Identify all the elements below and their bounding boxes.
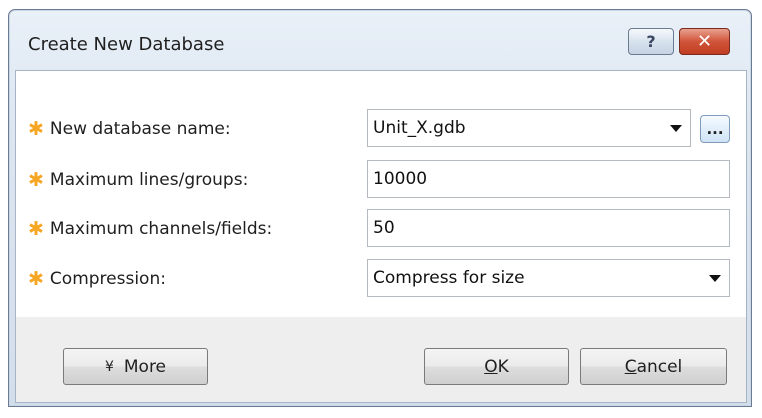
double-chevron-down-icon: ¥ bbox=[104, 358, 114, 375]
max-lines-value: 10000 bbox=[373, 169, 428, 189]
browse-button[interactable]: ... bbox=[700, 115, 730, 143]
help-button[interactable]: ? bbox=[628, 28, 674, 55]
ok-rest: K bbox=[497, 356, 509, 377]
compression-label-text: Compression: bbox=[49, 269, 166, 289]
compression-select[interactable]: Compress for size bbox=[367, 259, 730, 297]
ok-button[interactable]: OK bbox=[424, 348, 569, 385]
max-channels-label: ✱ Maximum channels/fields: bbox=[28, 214, 272, 244]
required-icon: ✱ bbox=[28, 117, 44, 140]
database-name-label-text: New database name: bbox=[49, 119, 231, 139]
max-channels-value: 50 bbox=[373, 218, 395, 238]
max-channels-label-text: Maximum channels/fields: bbox=[49, 219, 273, 239]
max-channels-input[interactable]: 50 bbox=[367, 209, 730, 247]
database-name-value: Unit_X.gdb bbox=[373, 118, 466, 138]
dialog-body: ✱ New database name: Unit_X.gdb ... ✱ Ma… bbox=[15, 70, 747, 403]
database-name-label: ✱ New database name: bbox=[28, 114, 231, 144]
form-area: ✱ New database name: Unit_X.gdb ... ✱ Ma… bbox=[16, 71, 746, 317]
dialog-title: Create New Database bbox=[28, 34, 225, 55]
cancel-button[interactable]: Cancel bbox=[580, 348, 727, 385]
cancel-mnemonic: C bbox=[624, 356, 637, 377]
database-name-combo[interactable]: Unit_X.gdb bbox=[367, 109, 691, 147]
max-lines-input[interactable]: 10000 bbox=[367, 160, 730, 198]
chevron-down-icon[interactable] bbox=[709, 275, 721, 282]
required-icon: ✱ bbox=[28, 168, 44, 191]
create-database-dialog: Create New Database ? ✕ ✱ New database n… bbox=[8, 9, 752, 407]
compression-label: ✱ Compression: bbox=[28, 264, 166, 294]
help-icon: ? bbox=[646, 32, 656, 51]
required-icon: ✱ bbox=[28, 267, 44, 290]
close-icon: ✕ bbox=[696, 31, 713, 52]
cancel-rest: ancel bbox=[636, 356, 683, 377]
compression-value: Compress for size bbox=[373, 268, 525, 288]
max-lines-label-text: Maximum lines/groups: bbox=[49, 170, 249, 190]
required-icon: ✱ bbox=[28, 217, 44, 240]
ellipsis-icon: ... bbox=[706, 119, 724, 138]
chevron-down-icon[interactable] bbox=[670, 125, 682, 132]
close-button[interactable]: ✕ bbox=[679, 28, 730, 55]
ok-mnemonic: O bbox=[484, 356, 498, 377]
more-button[interactable]: ¥ More bbox=[63, 348, 208, 385]
more-button-label: More bbox=[123, 356, 167, 377]
max-lines-label: ✱ Maximum lines/groups: bbox=[28, 165, 248, 195]
